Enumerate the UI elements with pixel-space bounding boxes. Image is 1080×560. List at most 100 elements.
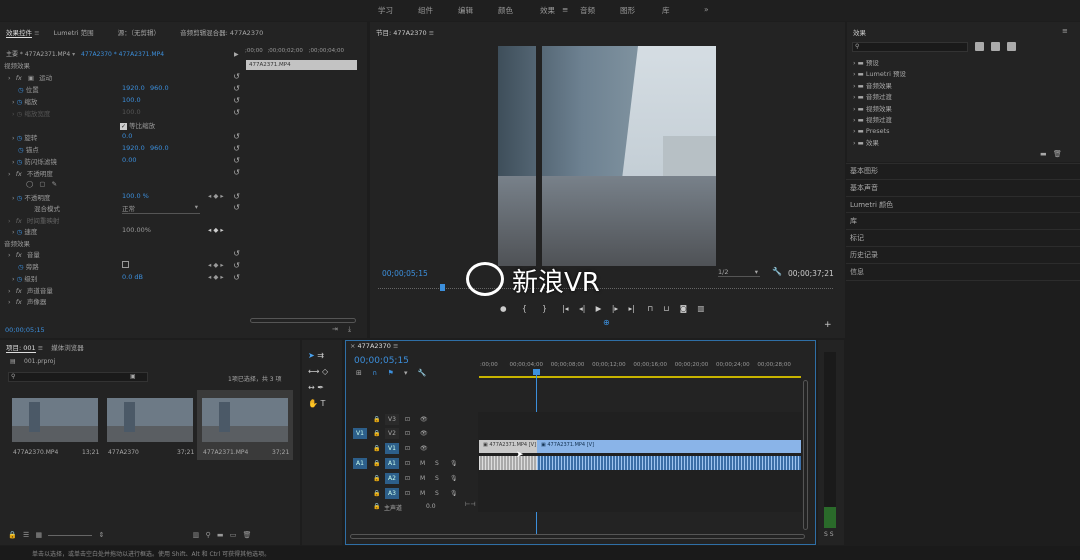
effects-folder-lumetri[interactable]: › ▬ Lumetri 预设 (853, 69, 906, 80)
source-patch-v1[interactable]: V1 (353, 428, 367, 439)
panel-libraries[interactable]: 库 (850, 216, 857, 226)
effects-folder-audio-transitions[interactable]: › ▬ 音频过渡 (853, 92, 906, 103)
mute-icon[interactable]: M (420, 475, 425, 482)
snap-icon[interactable]: ∩ (372, 369, 377, 377)
project-item-name[interactable]: 477A2370 (108, 449, 139, 456)
track-a2[interactable]: A2 (385, 473, 399, 484)
position-x-value[interactable]: 1920.0 (122, 84, 145, 92)
list-view-icon[interactable]: ☰ (23, 531, 29, 539)
keyframe-nav-icon[interactable]: ◂ ◆ ▸ (208, 273, 224, 281)
reset-icon[interactable]: ↺ (233, 108, 240, 117)
panel-info[interactable]: 信息 (850, 267, 864, 277)
track-v1[interactable]: V1 (385, 443, 399, 454)
track-a1[interactable]: A1 (385, 458, 399, 469)
keyframe-nav-icon[interactable]: ◂ ◆ ▸ (208, 226, 224, 234)
effects-folder-audio-effects[interactable]: › ▬ 音频效果 (853, 81, 906, 92)
lock-icon[interactable]: 🔒 (373, 460, 380, 467)
timeline-hscroll[interactable] (350, 534, 805, 539)
timeline-tab[interactable]: × 477A2370 ≡ (350, 342, 398, 350)
nest-icon[interactable]: ⊞ (356, 369, 362, 377)
play-icon[interactable]: ▶ (596, 304, 602, 313)
master-track-value[interactable]: 0.0 (426, 503, 436, 510)
tab-media-browser[interactable]: 媒体浏览器 (51, 344, 84, 352)
slip-tool-icon[interactable]: ↔ (308, 383, 315, 392)
uniform-scale[interactable]: ✓ 等比缩放 (120, 120, 155, 131)
vr-video-icon[interactable]: ⊕ (603, 318, 610, 327)
bypass-checkbox[interactable] (122, 261, 129, 268)
effects-folder-video-transitions[interactable]: › ▬ 视频过渡 (853, 115, 906, 126)
comparison-icon[interactable]: ▥ (697, 304, 704, 313)
tab-menu-icon[interactable]: ≡ (34, 29, 39, 37)
ellipse-mask-icon[interactable]: ◯ (26, 180, 33, 188)
program-timecode[interactable]: 00;00;05;15 (382, 269, 428, 278)
project-item-thumbnail[interactable] (12, 398, 98, 442)
sync-lock-icon[interactable]: ⊡ (405, 475, 410, 482)
reset-icon[interactable]: ↺ (233, 261, 240, 270)
tab-audio-clip-mixer[interactable]: 音频剪辑混合器: 477A2370 (180, 29, 263, 37)
new-bin-icon[interactable]: ▬ (1040, 150, 1047, 158)
add-marker-icon[interactable]: ● (500, 304, 507, 313)
mute-icon[interactable]: M (420, 460, 425, 467)
channel-volume-effect[interactable]: › fx 声道音量 (4, 285, 53, 296)
mute-icon[interactable]: M (420, 490, 425, 497)
scale-value[interactable]: 100.0 (122, 96, 141, 104)
blend-mode-dropdown[interactable]: 正常 ▾ (122, 203, 200, 214)
keyframe-nav-icon[interactable]: ◂ ◆ ▸ (208, 192, 224, 200)
position-y-value[interactable]: 960.0 (150, 84, 169, 92)
32bit-effects-icon[interactable] (991, 42, 1000, 51)
timeline-settings-icon[interactable]: 🔧 (418, 369, 427, 377)
new-item-icon[interactable]: ▭ (230, 531, 237, 539)
zoom-slider[interactable] (48, 534, 93, 536)
go-to-out-icon[interactable]: ▸| (629, 304, 635, 313)
workspace-color[interactable]: 颜色 (498, 5, 513, 16)
program-scrub-bar[interactable] (378, 288, 833, 294)
sync-lock-icon[interactable]: ⊡ (405, 445, 410, 452)
track-select-tool-icon[interactable]: ⇉ (317, 351, 324, 360)
effects-folder-effects[interactable]: › ▬ 效果 (853, 138, 906, 149)
checkbox-checked-icon[interactable]: ✓ (120, 123, 127, 130)
panel-menu-icon[interactable]: ≡ (429, 29, 434, 37)
lock-icon[interactable]: 🔒 (373, 416, 380, 423)
playhead-icon[interactable] (440, 284, 445, 291)
source-patch-a1[interactable]: A1 (353, 458, 367, 469)
workspace-menu-icon[interactable]: ≡ (562, 5, 568, 14)
timeline-vscroll[interactable] (803, 380, 808, 530)
reset-icon[interactable]: ↺ (233, 156, 240, 165)
reset-icon[interactable]: ↺ (233, 72, 240, 81)
razor-tool-icon[interactable]: ◇ (322, 367, 328, 376)
zoom-dropdown[interactable]: 1/2 ▾ (718, 268, 760, 277)
panel-essential-sound[interactable]: 基本声音 (850, 183, 878, 193)
close-icon[interactable]: × (350, 342, 355, 350)
tab-source[interactable]: 源：（无剪辑） (118, 29, 160, 37)
reset-icon[interactable]: ↺ (233, 96, 240, 105)
go-to-in-icon[interactable]: |◂ (562, 304, 568, 313)
effects-search-input[interactable]: ⚲ (852, 42, 968, 52)
level-value[interactable]: 0.0 dB (122, 273, 143, 281)
pen-tool-icon[interactable]: ✒ (317, 383, 324, 392)
effects-folder-video-effects[interactable]: › ▬ 视频效果 (853, 104, 906, 115)
mic-icon[interactable]: 🎙 (450, 460, 458, 467)
motion-effect[interactable]: › fx ▣ 运动 (4, 72, 52, 83)
linked-selection-icon[interactable]: ⚑ (387, 369, 393, 377)
effect-timeline-ruler[interactable]: ;00;00 ;00;00;02;00 ;00;00;04;00 (245, 48, 357, 58)
go-to-end-icon[interactable]: ⊢⊣ (465, 501, 475, 508)
speed-value[interactable]: 100.00% (122, 226, 151, 234)
panner-effect[interactable]: › fx 声像器 (4, 296, 46, 307)
mic-icon[interactable]: 🎙 (450, 475, 458, 482)
button-editor-icon[interactable]: + (824, 320, 832, 330)
new-search-bin-icon[interactable]: ▣ (130, 373, 136, 380)
opacity-value[interactable]: 100.0 % (122, 192, 149, 200)
selection-tool-icon[interactable]: ➤ (308, 351, 315, 360)
delete-icon[interactable]: 🗑 (243, 531, 252, 539)
tab-effect-controls[interactable]: 效果控件 (6, 29, 32, 38)
workspace-editing[interactable]: 编辑 (458, 5, 473, 16)
effects-folder-presets[interactable]: › ▬ 预设 (853, 58, 906, 69)
panel-menu-icon[interactable]: ≡ (1062, 27, 1068, 35)
delete-icon[interactable]: 🗑 (1053, 150, 1062, 158)
panel-history[interactable]: 历史记录 (850, 250, 878, 260)
clip-selector[interactable]: 主要 * 477A2371.MP4 ▾ 477A2370 * 477A2371.… (6, 49, 239, 58)
automate-icon[interactable]: ▥ (193, 531, 200, 539)
find-icon[interactable]: ⚲ (206, 531, 211, 539)
tab-project[interactable]: 项目: 001 (6, 344, 36, 353)
rotation-value[interactable]: 0.0 (122, 132, 132, 140)
